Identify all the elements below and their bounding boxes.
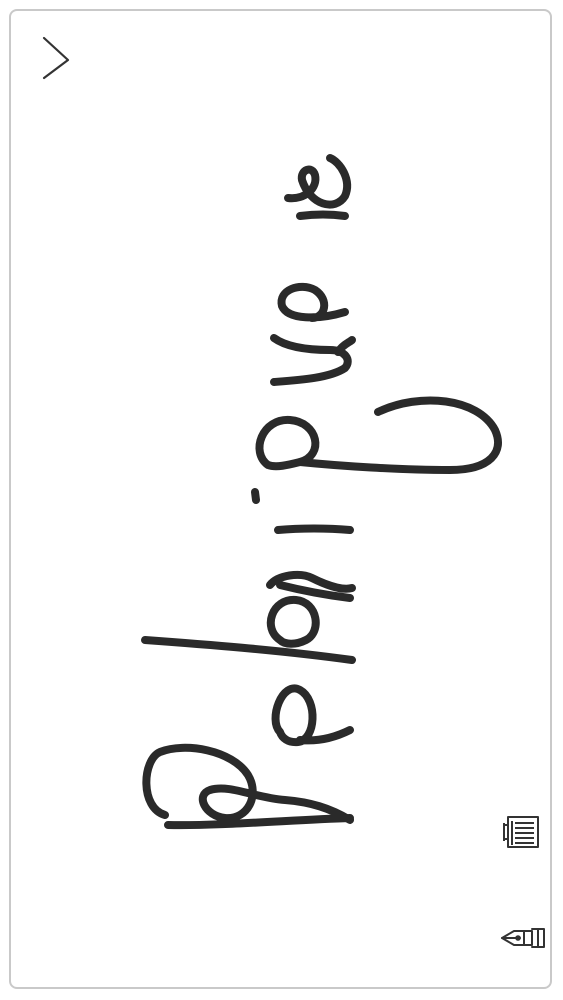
trash-icon <box>503 816 539 848</box>
signature-drawing <box>141 154 502 830</box>
back-button[interactable] <box>34 32 74 84</box>
signature-screen: Rodriguez <box>0 0 563 1000</box>
chevron-right-icon <box>42 36 70 80</box>
pen-icon <box>501 928 545 948</box>
clear-button[interactable] <box>498 805 550 857</box>
pen-button[interactable] <box>498 918 550 958</box>
